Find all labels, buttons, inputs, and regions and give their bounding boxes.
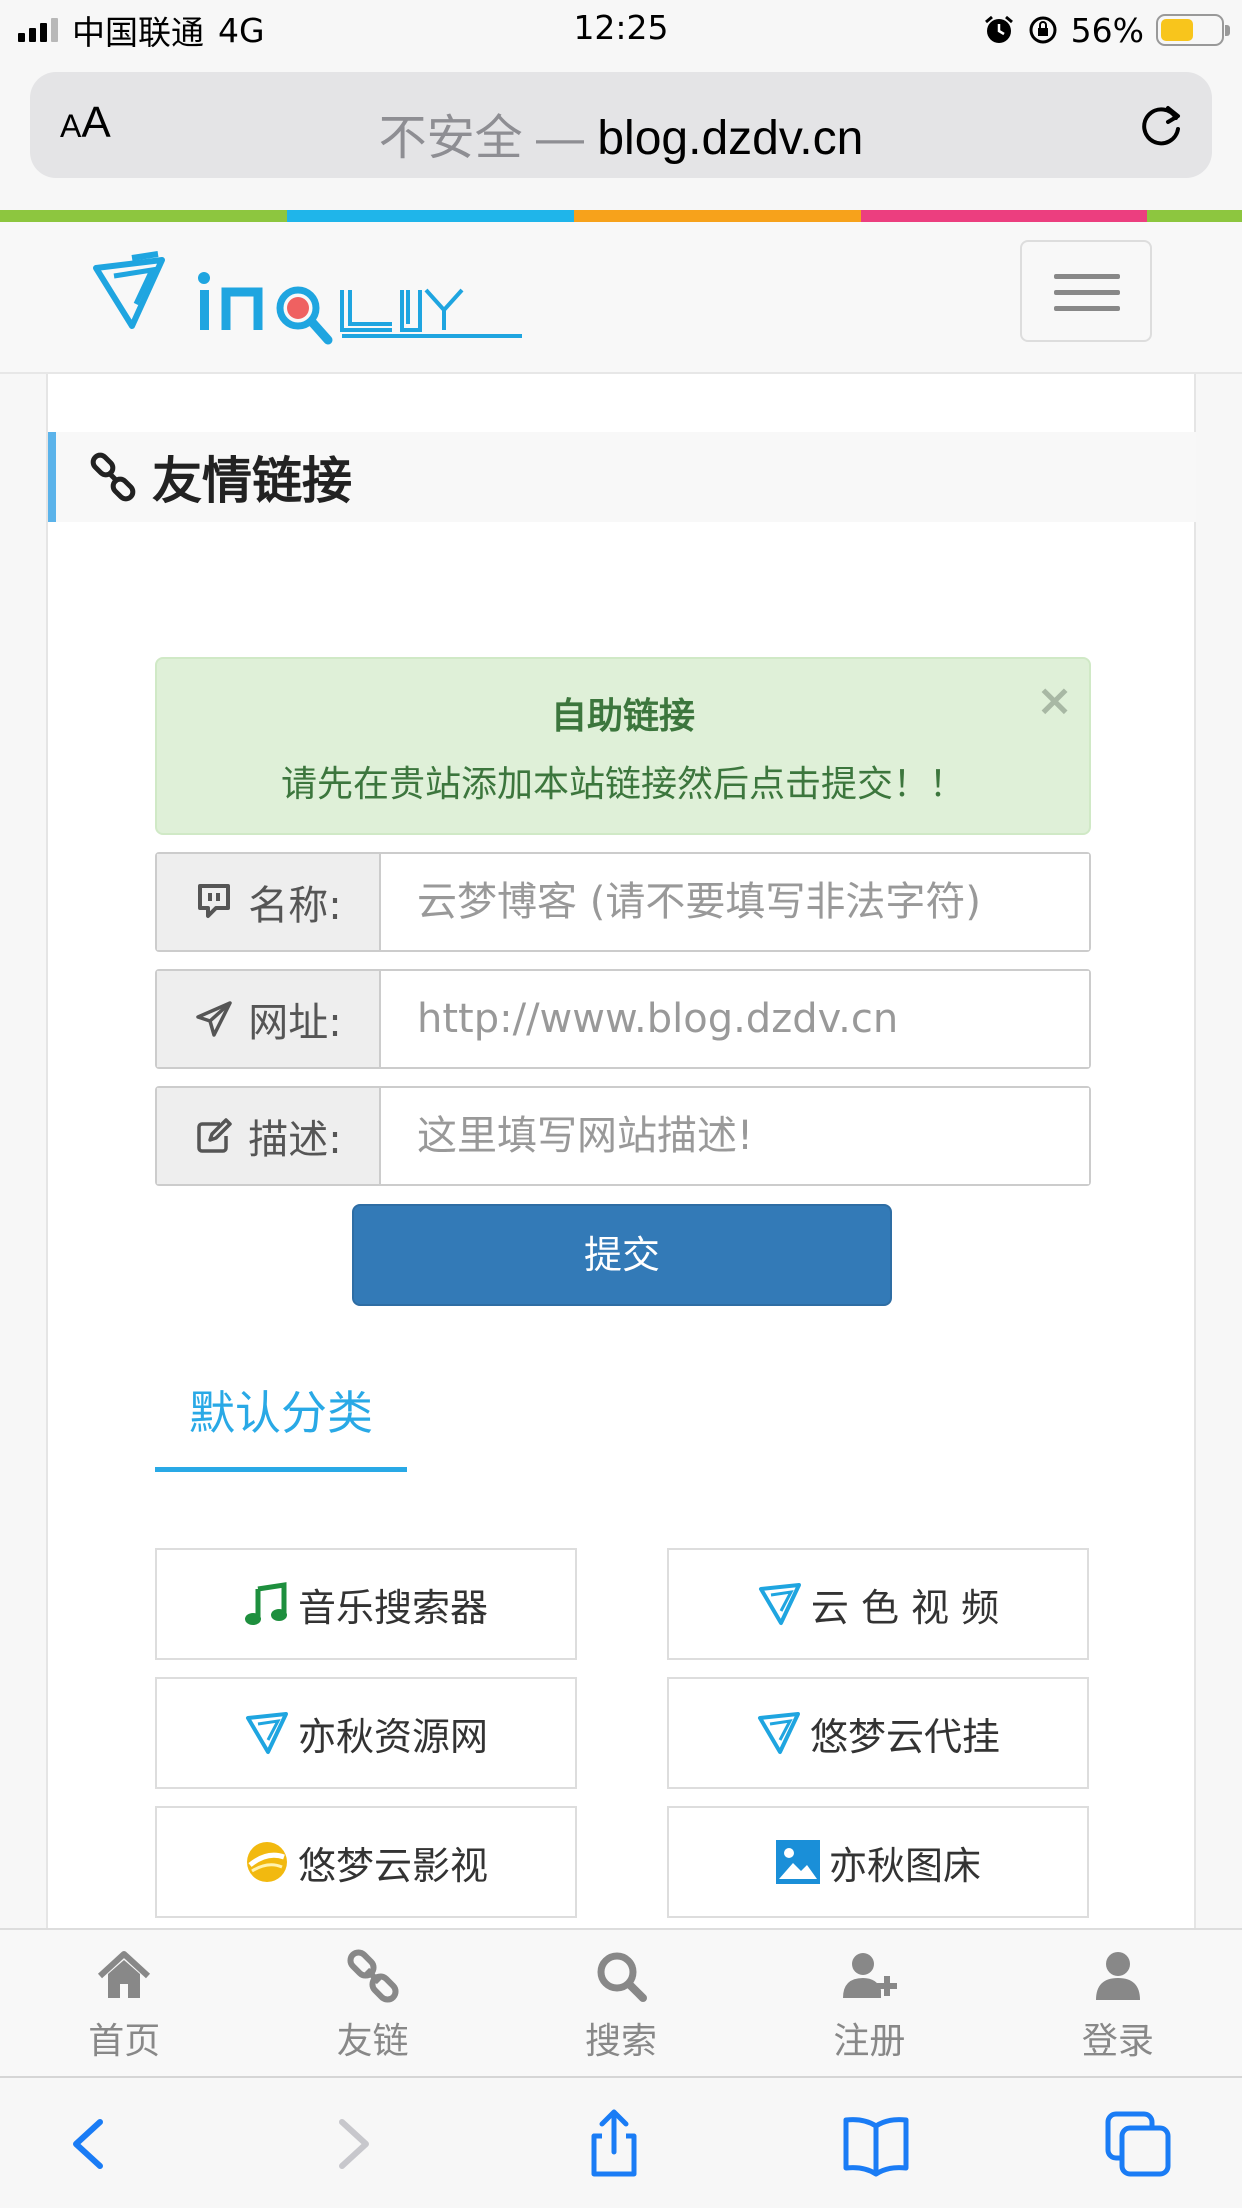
tabs-icon[interactable]	[1102, 2108, 1174, 2180]
battery-fill	[1161, 19, 1194, 41]
nav-item-login[interactable]: 登录	[994, 1930, 1242, 2076]
page-title: 友情链接	[152, 452, 352, 510]
name-addon: 名称:	[157, 854, 381, 950]
alert-text: 请先在贵站添加本站链接然后点击提交！！	[280, 764, 965, 805]
battery-icon	[1156, 14, 1230, 46]
site-header	[0, 222, 1242, 374]
alarm-icon	[984, 15, 1013, 43]
submit-button[interactable]: 提交	[352, 1204, 892, 1306]
color-strip	[0, 210, 1242, 222]
friend-link-card[interactable]: 悠梦云代挂	[667, 1677, 1089, 1789]
edit-icon	[197, 1118, 232, 1153]
friend-link-card[interactable]: 亦秋图床	[667, 1806, 1089, 1918]
desc-addon: 描述:	[157, 1088, 381, 1184]
friend-link-card[interactable]: 云 色 视 频	[667, 1548, 1089, 1660]
nav-item-links[interactable]: 友链	[248, 1930, 496, 2076]
color-strip-segment	[860, 210, 1148, 222]
color-strip-segment	[0, 210, 287, 222]
friend-link-card[interactable]: 音乐搜索器	[155, 1548, 577, 1660]
yellow-ball-icon	[246, 1842, 287, 1882]
friend-link-label: 云 色 视 频	[810, 1585, 1000, 1630]
battery-percent: 56%	[1070, 10, 1144, 50]
nav-label: 首页	[88, 2021, 161, 2062]
status-right: 56%	[983, 8, 1230, 52]
close-icon[interactable]: ×	[1036, 679, 1073, 723]
nav-item-search[interactable]: 搜索	[497, 1930, 745, 2076]
nav-item-home[interactable]: 首页	[0, 1930, 248, 2076]
nav-label: 友链	[336, 2021, 409, 2062]
friend-link-label: 悠梦云代挂	[809, 1714, 1000, 1759]
nav-item-register[interactable]: 注册	[745, 1930, 993, 2076]
site-logo-icon	[245, 1712, 288, 1754]
desc-label: 描述:	[248, 1117, 342, 1163]
site-desc-input[interactable]	[381, 1088, 1089, 1184]
url-input-group: 网址:	[155, 969, 1091, 1069]
friend-link-label: 亦秋图床	[828, 1843, 981, 1888]
forward-icon[interactable]	[316, 2108, 388, 2180]
color-strip-segment	[286, 210, 574, 222]
status-bar: 中国联通 4G 12:25 56%	[0, 0, 1242, 60]
color-strip-segment	[1147, 210, 1242, 222]
alert-title: 自助链接	[550, 696, 695, 737]
friend-link-card[interactable]: 亦秋资源网	[155, 1677, 577, 1789]
desc-input-group: 描述:	[155, 1086, 1091, 1186]
nav-label: 注册	[833, 2021, 906, 2062]
menu-toggle-button[interactable]	[1020, 240, 1152, 342]
url-domain: blog.dzdv.cn	[597, 112, 864, 165]
friend-link-label: 亦秋资源网	[297, 1714, 488, 1759]
site-logo-icon	[757, 1712, 800, 1754]
url-addon: 网址:	[157, 971, 381, 1067]
color-strip-segment	[573, 210, 861, 222]
browser-toolbar	[0, 2076, 1242, 2208]
search-icon	[597, 1952, 648, 2002]
bookmarks-icon[interactable]	[840, 2108, 912, 2180]
address-bar[interactable]: AA 不安全 — blog.dzdv.cn	[30, 72, 1212, 178]
url-display[interactable]: 不安全 — blog.dzdv.cn	[30, 98, 1212, 168]
music-note-icon	[244, 1582, 287, 1625]
chat-bubble-icon	[198, 884, 231, 918]
site-logo[interactable]	[92, 240, 532, 360]
nav-label: 登录	[1081, 2021, 1154, 2062]
chain-link-icon	[90, 452, 136, 502]
name-input-group: 名称:	[155, 852, 1091, 952]
paper-plane-icon	[196, 1001, 232, 1037]
site-logo-icon	[758, 1583, 801, 1625]
home-icon	[98, 1951, 151, 1998]
user-icon	[1095, 1952, 1140, 2000]
chain-link-icon	[347, 1949, 399, 2003]
nav-label: 搜索	[585, 2021, 658, 2062]
reload-icon[interactable]	[1132, 96, 1190, 154]
main-content: 友情链接 自助链接 请先在贵站添加本站链接然后点击提交！！ × 名称: 云梦博客…	[46, 374, 1196, 1930]
insecure-label: 不安全 —	[378, 112, 598, 165]
rotation-lock-icon	[1029, 16, 1057, 44]
section-header: 友情链接	[48, 432, 1196, 522]
friend-link-label: 音乐搜索器	[297, 1585, 488, 1630]
page: 中国联通 4G 12:25 56% AA 不安全 — blog.dzdv.cn	[0, 0, 1242, 2208]
image-icon	[775, 1840, 820, 1884]
self-service-alert: 自助链接 请先在贵站添加本站链接然后点击提交！！ ×	[155, 657, 1091, 835]
site-name-input[interactable]	[381, 854, 1089, 950]
url-label: 网址:	[248, 1000, 342, 1046]
name-label: 名称:	[248, 883, 342, 929]
friend-link-label: 悠梦云影视	[297, 1843, 488, 1888]
user-plus-icon	[843, 1953, 898, 1998]
site-url-input[interactable]	[381, 971, 1089, 1067]
friend-link-card[interactable]: 悠梦云影视	[155, 1806, 577, 1918]
tab-default-category[interactable]: 默认分类	[155, 1372, 407, 1472]
back-icon[interactable]	[54, 2108, 126, 2180]
site-bottom-nav: 首页 友链 搜索 注册 登录	[0, 1928, 1242, 2076]
share-icon[interactable]	[578, 2108, 650, 2180]
